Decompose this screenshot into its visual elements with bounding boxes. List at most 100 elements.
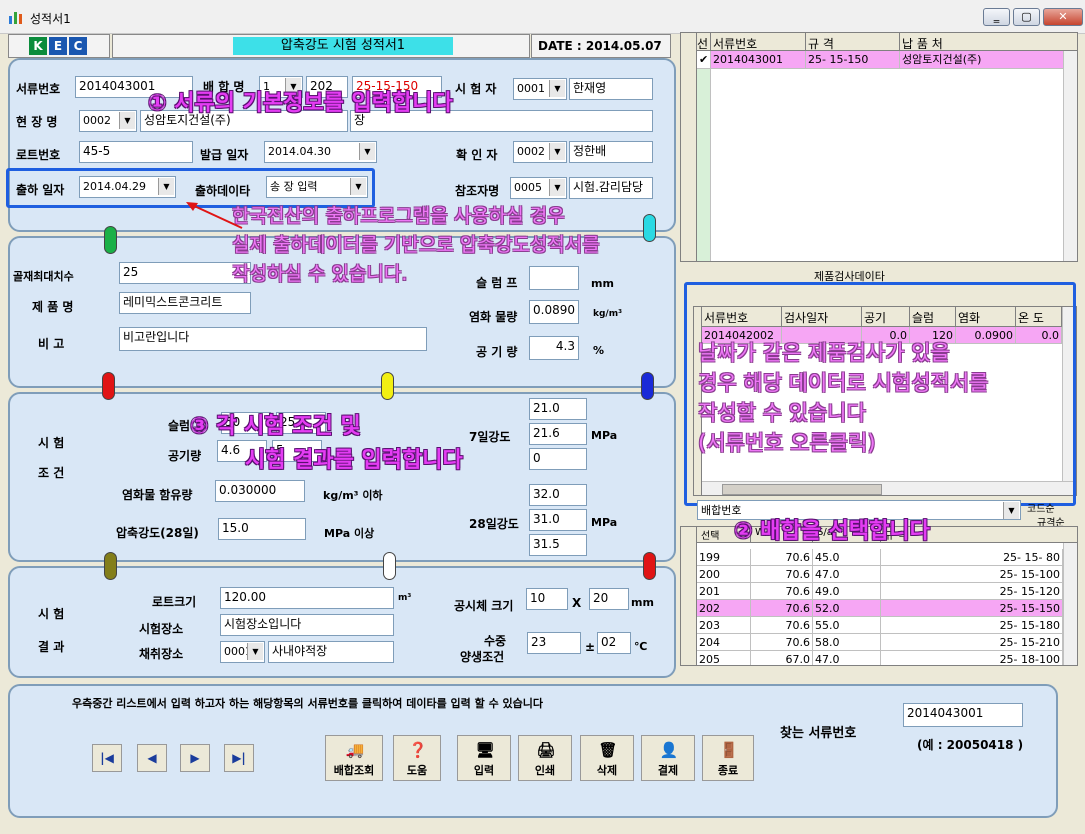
mix-cell-no[interactable]: 200 xyxy=(697,566,751,583)
d28-input-1[interactable]: 32.0 xyxy=(529,484,587,506)
minimize-button[interactable]: ‗ xyxy=(983,8,1010,26)
mix-cell-no[interactable]: 202 xyxy=(697,600,751,617)
confirm-code-dropdown[interactable]: 0002 xyxy=(513,141,567,163)
product-name-input[interactable]: 레미믹스트콘크리트 xyxy=(119,292,251,314)
d28-input-3[interactable]: 31.5 xyxy=(529,534,587,556)
table-row[interactable]: 203 70.6 55.0 25- 15-180 xyxy=(697,617,1063,634)
ref-name-input[interactable]: 시험.감리담당 xyxy=(569,177,653,199)
row-spec[interactable]: 25- 15-150 xyxy=(806,51,900,69)
chl-content-input[interactable]: 0.030000 xyxy=(215,480,305,502)
lot-label: 로트번호 xyxy=(16,148,61,162)
tester-code-dropdown[interactable]: 0001 xyxy=(513,78,567,100)
d7-input-1[interactable]: 21.0 xyxy=(529,398,587,420)
mix-lookup-button[interactable]: 🚚 배합조회 xyxy=(325,735,383,781)
mix-cell-wc[interactable]: 67.0 xyxy=(751,651,813,665)
tester-name-input[interactable]: 한재영 xyxy=(569,78,653,100)
exit-button[interactable]: 🚪 종료 xyxy=(702,735,754,781)
mix-cell-sa[interactable]: 58.0 xyxy=(813,634,881,651)
mix-cell-wc[interactable]: 70.6 xyxy=(751,617,813,634)
specimen-width-input[interactable]: 10 xyxy=(526,588,568,610)
mix-cell-spec[interactable]: 25- 15-210 xyxy=(881,634,1063,651)
mix-cell-wc[interactable]: 70.6 xyxy=(751,566,813,583)
mix-cell-spec[interactable]: 25- 18-100 xyxy=(881,651,1063,665)
d7-input-2[interactable]: 21.6 xyxy=(529,423,587,445)
monitor-icon: 🖥 xyxy=(475,741,495,759)
find-docno-input[interactable]: 2014043001 xyxy=(903,703,1023,727)
approve-label: 결제 xyxy=(657,764,679,777)
table-row[interactable]: ✔ 2014043001 25- 15-150 성암토지건설(주) xyxy=(697,51,1077,69)
mix-cell-spec[interactable]: 25- 15-180 xyxy=(881,617,1063,634)
site-code-dropdown[interactable]: 0002 xyxy=(79,110,137,132)
table-row[interactable]: 200 70.6 47.0 25- 15-100 xyxy=(697,566,1063,583)
docs-header-select[interactable]: 선 xyxy=(697,33,711,51)
mix-cell-spec[interactable]: 25- 15-100 xyxy=(881,566,1063,583)
chloride-input[interactable]: 0.0890 xyxy=(529,300,579,324)
cure-tol-input[interactable]: 02 xyxy=(597,632,631,654)
mix-cell-sa[interactable]: 55.0 xyxy=(813,617,881,634)
row-client[interactable]: 성암토지건설(주) xyxy=(900,51,1077,69)
d28-input-2[interactable]: 31.0 xyxy=(529,509,587,531)
approve-button[interactable]: 👤 결제 xyxy=(641,735,695,781)
ref-code-dropdown[interactable]: 0005 xyxy=(510,177,567,199)
mix-cell-wc[interactable]: 70.6 xyxy=(751,634,813,651)
prev-record-button[interactable]: ◀ xyxy=(137,744,167,772)
mix-cell-wc[interactable]: 70.6 xyxy=(751,549,813,566)
docs-header-spec[interactable]: 규 격 xyxy=(806,33,900,51)
docs-header-docno[interactable]: 서류번호 xyxy=(711,33,806,51)
sort-by-code[interactable]: 코드순 xyxy=(1027,500,1055,515)
d7-input-3[interactable]: 0 xyxy=(529,448,587,470)
row-check[interactable]: ✔ xyxy=(697,51,711,69)
mix-cell-no[interactable]: 205 xyxy=(697,651,751,665)
confirm-name-input[interactable]: 정한배 xyxy=(569,141,653,163)
mix-cell-sa[interactable]: 47.0 xyxy=(813,566,881,583)
docs-scrollbar[interactable] xyxy=(1063,51,1077,261)
mix-cell-no[interactable]: 204 xyxy=(697,634,751,651)
next-record-button[interactable]: ▶ xyxy=(180,744,210,772)
printer-icon: 🖨 xyxy=(536,741,556,759)
ship-note-line-2: 실제 출하데이터를 기반으로 압축강도성적서를 xyxy=(232,234,600,256)
test-place-input[interactable]: 시험장소입니다 xyxy=(220,614,394,636)
collect-code-dropdown[interactable]: 0001 xyxy=(220,641,265,663)
row-docno[interactable]: 2014043001 xyxy=(711,51,806,69)
logo-e: E xyxy=(49,37,67,55)
issue-date-dropdown[interactable]: 2014.04.30 xyxy=(264,141,377,163)
last-record-button[interactable]: ▶| xyxy=(224,744,254,772)
collect-place-input[interactable]: 사내야적장 xyxy=(268,641,394,663)
mix-cell-wc[interactable]: 70.6 xyxy=(751,600,813,617)
table-row[interactable]: 202 70.6 52.0 25- 15-150 xyxy=(697,600,1063,617)
mix-cell-spec[interactable]: 25- 15- 80 xyxy=(881,549,1063,566)
mix-cell-no[interactable]: 201 xyxy=(697,583,751,600)
close-button[interactable]: ✕ xyxy=(1043,8,1083,26)
note-input[interactable]: 비고란입니다 xyxy=(119,327,427,351)
docs-header-client[interactable]: 납 품 처 xyxy=(900,33,1077,51)
strength-input[interactable]: 15.0 xyxy=(218,518,306,540)
mix-cell-wc[interactable]: 70.6 xyxy=(751,583,813,600)
annotation-1: ① 서류의 기본정보를 입력합니다 xyxy=(148,91,453,116)
print-button[interactable]: 🖨 인쇄 xyxy=(518,735,572,781)
air-input[interactable]: 4.3 xyxy=(529,336,579,360)
mix-cell-sa[interactable]: 47.0 xyxy=(813,651,881,665)
table-row[interactable]: 205 67.0 47.0 25- 18-100 xyxy=(697,651,1063,665)
table-row[interactable]: 204 70.6 58.0 25- 15-210 xyxy=(697,634,1063,651)
lot-size-input[interactable]: 120.00 xyxy=(220,587,394,609)
mix-cell-no[interactable]: 203 xyxy=(697,617,751,634)
input-button[interactable]: 🖥 입력 xyxy=(457,735,511,781)
mix-cell-spec[interactable]: 25- 15-150 xyxy=(881,600,1063,617)
mix-cell-sa[interactable]: 49.0 xyxy=(813,583,881,600)
mix-cell-sa[interactable]: 45.0 xyxy=(813,549,881,566)
lot-input[interactable]: 45-5 xyxy=(79,141,193,163)
help-button[interactable]: ❓ 도움 xyxy=(393,735,441,781)
table-row[interactable]: 201 70.6 49.0 25- 15-120 xyxy=(697,583,1063,600)
specimen-height-input[interactable]: 20 xyxy=(589,588,629,610)
d28-unit: MPa xyxy=(591,516,618,529)
table-row[interactable]: 199 70.6 45.0 25- 15- 80 xyxy=(697,549,1063,566)
delete-button[interactable]: 🗑 삭제 xyxy=(580,735,634,781)
mix-scrollbar[interactable] xyxy=(1063,543,1077,665)
agg-label: 골재최대치수 xyxy=(13,270,74,283)
first-record-button[interactable]: |◀ xyxy=(92,744,122,772)
mix-cell-no[interactable]: 199 xyxy=(697,549,751,566)
maximize-button[interactable]: ▢ xyxy=(1013,8,1040,26)
cure-temp-input[interactable]: 23 xyxy=(527,632,581,654)
mix-cell-spec[interactable]: 25- 15-120 xyxy=(881,583,1063,600)
mix-cell-sa[interactable]: 52.0 xyxy=(813,600,881,617)
